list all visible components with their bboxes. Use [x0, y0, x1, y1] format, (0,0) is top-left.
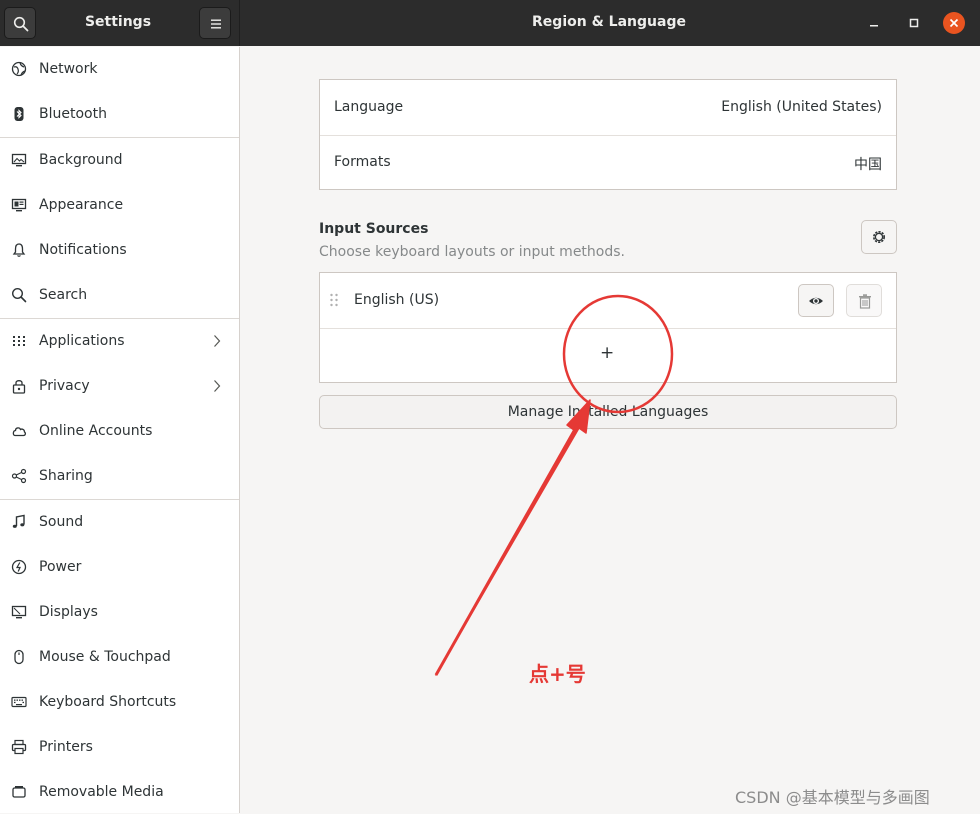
annotation-text: 点+号 [529, 662, 586, 686]
watermark: CSDN @基本模型与多画图 [735, 788, 930, 807]
annotation-circle [562, 294, 674, 414]
annotation-overlay [434, 294, 674, 676]
